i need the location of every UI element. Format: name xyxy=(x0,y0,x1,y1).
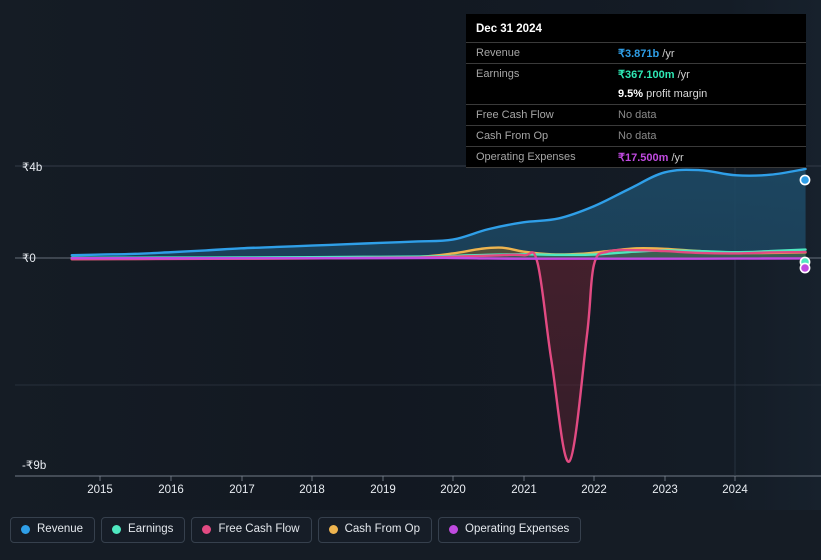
tooltip-row: Cash From Op No data xyxy=(466,125,806,147)
chart-tooltip: Dec 31 2024 Revenue ₹3.871b /yr Earnings ₹3… xyxy=(466,14,806,168)
x-axis-label-2018: 2018 xyxy=(299,484,325,496)
tooltip-row-label: Earnings xyxy=(466,63,608,84)
tooltip-row-value: No data xyxy=(608,125,806,147)
legend-item-label: Free Cash Flow xyxy=(218,523,300,535)
tooltip-row-value: ₹3.871b /yr xyxy=(608,42,806,64)
x-axis-label-2016: 2016 xyxy=(158,484,184,496)
x-axis-label-2017: 2017 xyxy=(229,484,255,496)
tooltip-row-label: Operating Expenses xyxy=(466,146,608,168)
y-axis-tick-top: ₹4b xyxy=(22,162,43,174)
legend-item-earnings[interactable]: Earnings xyxy=(101,517,186,543)
x-axis-label-2021: 2021 xyxy=(511,484,537,496)
endpoint-marker-revenue xyxy=(799,174,811,186)
x-axis-labels: 2015 2016 2017 2018 2019 2020 2021 2022 2023 2024 xyxy=(0,484,821,504)
x-axis-label-2019: 2019 xyxy=(370,484,396,496)
legend-item-label: Earnings xyxy=(128,523,174,535)
legend-item-label: Revenue xyxy=(37,523,84,535)
legend-item-label: Operating Expenses xyxy=(465,523,570,535)
legend-color-dot xyxy=(21,525,30,535)
y-axis-tick-zero: ₹0 xyxy=(22,253,36,265)
y-axis-tick-bottom: -₹9b xyxy=(22,460,47,472)
legend-color-dot xyxy=(112,525,122,535)
x-axis-label-2024: 2024 xyxy=(722,484,748,496)
legend-color-dot xyxy=(449,525,459,535)
tooltip-row-label: Cash From Op xyxy=(466,125,608,147)
tooltip-row-value: ₹367.100m /yr xyxy=(608,63,806,84)
tooltip-date: Dec 31 2024 xyxy=(476,23,542,35)
tooltip-row: Earnings ₹367.100m /yr xyxy=(466,63,806,84)
chart-legend[interactable]: Revenue Earnings Free Cash Flow Cash From O… xyxy=(10,517,582,543)
legend-color-dot xyxy=(202,525,212,535)
financial-chart: ₹4b ₹0 -₹9b 2015 2016 2017 2018 2019 2020 2021… xyxy=(0,0,821,560)
tooltip-row-value: No data xyxy=(608,104,806,126)
legend-item-label: Cash From Op xyxy=(344,523,421,535)
tooltip-row: Revenue ₹3.871b /yr xyxy=(466,42,806,64)
legend-color-dot xyxy=(328,525,338,535)
legend-item-free-cash-flow[interactable]: Free Cash Flow xyxy=(191,517,312,543)
x-axis-label-2015: 2015 xyxy=(87,484,113,496)
tooltip-row-label: Revenue xyxy=(466,42,608,64)
tooltip-row-label: Free Cash Flow xyxy=(466,104,608,126)
x-axis-label-2022: 2022 xyxy=(581,484,607,496)
tooltip-row-value: ₹17.500m /yr xyxy=(608,146,806,168)
endpoint-marker-operating-expenses xyxy=(799,262,811,274)
x-axis-label-2020: 2020 xyxy=(440,484,466,496)
x-axis-label-2023: 2023 xyxy=(652,484,678,496)
tooltip-row: Free Cash Flow No data xyxy=(466,104,806,126)
tooltip-row-label xyxy=(466,84,608,105)
tooltip-row-value: 9.5% profit margin xyxy=(618,88,708,100)
legend-item-cash-from-op[interactable]: Cash From Op xyxy=(317,517,433,543)
tooltip-row: 9.5% profit margin xyxy=(466,84,806,105)
legend-item-revenue[interactable]: Revenue xyxy=(10,517,96,543)
tooltip-row: Operating Expenses ₹17.500m /yr xyxy=(466,146,806,168)
tooltip-table: Revenue ₹3.871b /yr Earnings ₹367.100m /yr 9… xyxy=(466,42,806,168)
legend-item-operating-expenses[interactable]: Operating Expenses xyxy=(438,517,582,543)
series-line-operating-expenses xyxy=(70,256,807,260)
